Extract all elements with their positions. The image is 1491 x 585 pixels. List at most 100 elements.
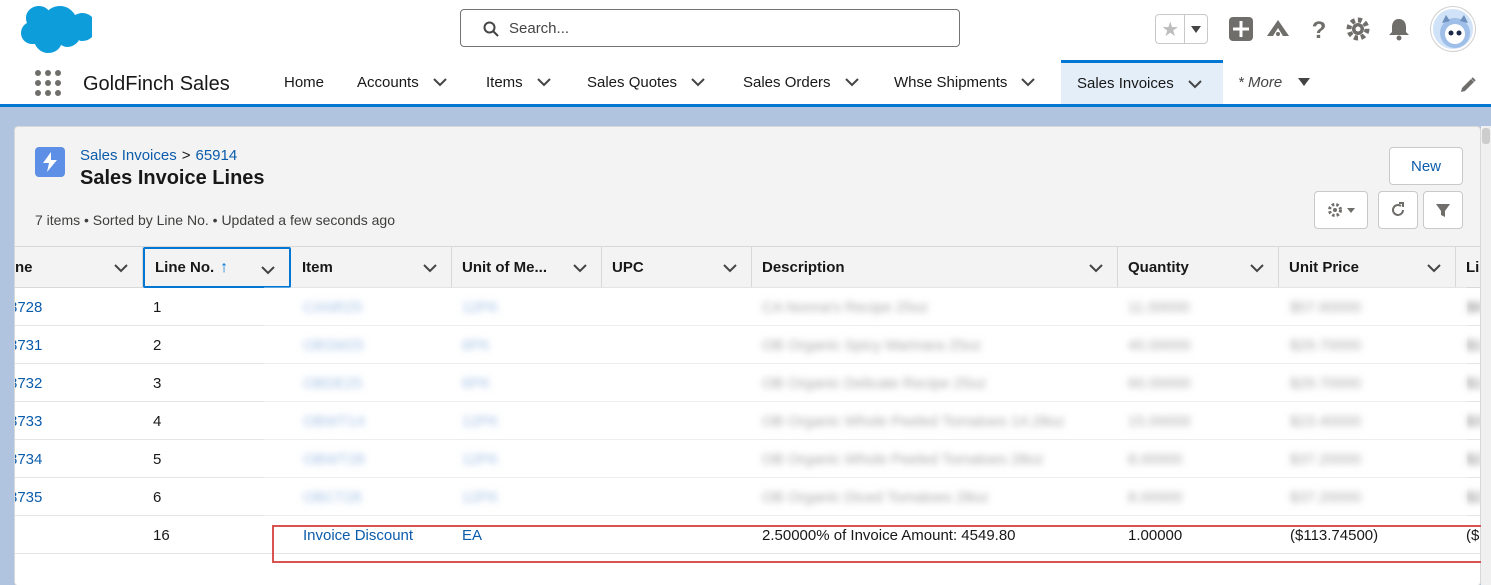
app-nav-bar: GoldFinch Sales Home Accounts Items Sale…: [0, 60, 1491, 107]
column-header-description[interactable]: Description: [752, 247, 1118, 288]
cell-line-no: 5: [153, 450, 162, 468]
cell-line-no: 3: [153, 374, 162, 392]
chevron-down-icon[interactable]: [114, 263, 128, 273]
list-meta-info: 7 items • Sorted by Line No. • Updated a…: [35, 212, 396, 228]
tab-sales-quotes[interactable]: Sales Quotes: [587, 60, 705, 104]
chevron-down-icon[interactable]: [573, 263, 587, 273]
refresh-button[interactable]: [1378, 191, 1418, 229]
cell-name-link[interactable]: [15, 516, 129, 554]
search-box[interactable]: Search...: [460, 9, 960, 47]
breadcrumb-separator: >: [181, 147, 191, 164]
tab-more[interactable]: * More: [1238, 60, 1311, 104]
cell-uom-link[interactable]: 12PK: [462, 402, 592, 440]
cell-item-link[interactable]: OBSM25: [303, 326, 443, 364]
cell-name-link[interactable]: 3732: [15, 364, 129, 402]
chevron-down-icon[interactable]: [432, 77, 447, 87]
new-button[interactable]: New: [1389, 147, 1463, 185]
chevron-down-icon[interactable]: [691, 77, 705, 87]
cell-name-link[interactable]: 3728: [15, 288, 129, 326]
column-header-upc[interactable]: UPC: [602, 247, 752, 288]
list-settings-button[interactable]: [1314, 191, 1368, 229]
column-header-unit-of-measure[interactable]: Unit of Me...: [452, 247, 602, 288]
cell-name-link[interactable]: 3734: [15, 440, 129, 478]
column-header-quantity[interactable]: Quantity: [1118, 247, 1279, 288]
cell-item-link[interactable]: CANR25: [303, 288, 443, 326]
search-icon: [483, 21, 499, 37]
column-header-label: Unit Price: [1289, 259, 1360, 276]
cell-upc: [612, 478, 742, 516]
column-header-label: Unit of Me...: [462, 259, 547, 276]
cell-uom-link[interactable]: 12PK: [462, 478, 592, 516]
avatar[interactable]: [1431, 7, 1475, 51]
column-header-label: Quantity: [1128, 259, 1189, 276]
chevron-down-icon[interactable]: [1089, 263, 1103, 273]
filter-button[interactable]: [1423, 191, 1463, 229]
tab-items[interactable]: Items: [486, 60, 551, 104]
cell-uom-link[interactable]: 6PK: [462, 364, 592, 402]
help-icon[interactable]: ?: [1306, 16, 1332, 42]
app-launcher-icon[interactable]: [34, 69, 62, 97]
chevron-down-icon[interactable]: [844, 77, 859, 87]
tab-sales-invoices[interactable]: Sales Invoices: [1061, 60, 1223, 104]
chevron-down-icon[interactable]: [423, 263, 437, 273]
pencil-icon[interactable]: [1459, 76, 1477, 94]
cell-name-link[interactable]: 3731: [15, 326, 129, 364]
breadcrumb-parent-link[interactable]: Sales Invoices: [80, 147, 177, 164]
cell-uom-link[interactable]: 6PK: [462, 326, 592, 364]
plus-icon[interactable]: [1228, 16, 1254, 42]
bell-icon[interactable]: [1386, 16, 1412, 42]
tab-label: Accounts: [357, 73, 419, 91]
tab-home[interactable]: Home: [284, 60, 324, 104]
cell-item-link[interactable]: OBWT28: [303, 440, 443, 478]
trailhead-icon[interactable]: [1265, 16, 1291, 42]
tab-accounts[interactable]: Accounts: [357, 60, 447, 104]
chevron-down-icon: [1191, 25, 1202, 33]
favorites-dropdown-button[interactable]: [1185, 15, 1207, 43]
column-header-line-no[interactable]: Line No. ↑: [143, 247, 291, 288]
cell-item-link[interactable]: OBDE25: [303, 364, 443, 402]
caret-down-icon: [1347, 207, 1355, 213]
column-header-unit-price[interactable]: Unit Price: [1279, 247, 1456, 288]
chevron-down-icon[interactable]: [723, 263, 737, 273]
chevron-down-icon[interactable]: [1250, 263, 1264, 273]
cell-item-link[interactable]: OBWT14: [303, 402, 443, 440]
breadcrumb-record-link[interactable]: 65914: [195, 147, 237, 164]
cell-upc: [612, 288, 742, 326]
cell-uom-link[interactable]: 12PK: [462, 440, 592, 478]
tab-label: Sales Invoices: [1077, 75, 1174, 92]
chevron-down-icon[interactable]: [536, 77, 551, 87]
table-row: 3733 4 OBWT14 12PK OB Organic Whole Peel…: [15, 402, 1480, 440]
column-header-label: Lin: [1466, 259, 1480, 276]
cell-upc: [612, 364, 742, 402]
tab-label: Sales Quotes: [587, 73, 678, 91]
tab-sales-orders[interactable]: Sales Orders: [743, 60, 859, 104]
chevron-down-icon[interactable]: [261, 265, 275, 275]
star-icon[interactable]: ★: [1156, 15, 1186, 43]
breadcrumb: Sales Invoices >65914: [80, 147, 237, 164]
gear-icon: [1328, 203, 1342, 217]
gear-icon[interactable]: [1345, 16, 1371, 42]
cell-uom-link[interactable]: 12PK: [462, 288, 592, 326]
cell-name-link[interactable]: 3733: [15, 402, 129, 440]
column-header-label: Line No.: [155, 259, 215, 276]
cell-upc: [612, 326, 742, 364]
favorites-group: ★: [1155, 14, 1208, 44]
lightning-icon: [43, 152, 57, 172]
column-header-item[interactable]: Item: [292, 247, 452, 288]
column-header-name[interactable]: ne: [15, 247, 143, 288]
page-scrollbar[interactable]: [1481, 126, 1491, 585]
scrollbar-thumb[interactable]: [1482, 128, 1490, 144]
column-header-line-amount[interactable]: Lin: [1456, 247, 1480, 288]
cell-item-link[interactable]: OBCT28: [303, 478, 443, 516]
related-list-card: Sales Invoices >65914 Sales Invoice Lines…: [14, 126, 1481, 585]
chevron-down-icon[interactable]: [1188, 79, 1202, 89]
salesforce-logo[interactable]: [16, 4, 92, 56]
chevron-down-icon[interactable]: [1021, 77, 1036, 87]
chevron-down-icon[interactable]: [1427, 263, 1441, 273]
tab-whse-shipments[interactable]: Whse Shipments: [894, 60, 1036, 104]
table-row: 3734 5 OBWT28 12PK OB Organic Whole Peel…: [15, 440, 1480, 478]
cell-quantity: 60.00000: [1128, 374, 1191, 392]
global-header: Search... ★ ?: [0, 0, 1491, 60]
cell-name-link[interactable]: 3735: [15, 478, 129, 516]
cell-line-amount: $3: [1466, 412, 1480, 430]
